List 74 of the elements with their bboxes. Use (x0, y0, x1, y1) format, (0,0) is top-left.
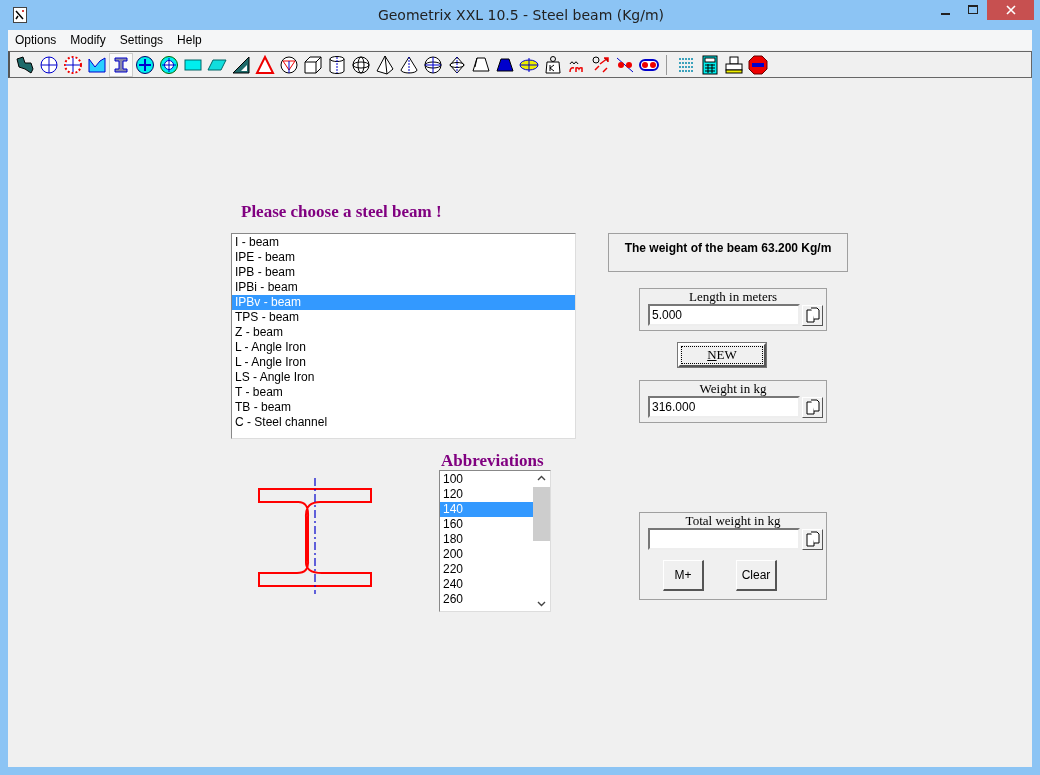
box-icon (303, 54, 323, 75)
list-item[interactable]: IPBi - beam (232, 280, 575, 295)
copy-icon (805, 399, 820, 415)
list-item[interactable]: 240 (440, 577, 533, 592)
circle-tri-icon (279, 54, 299, 75)
copy-icon (805, 531, 820, 547)
copy-button[interactable] (802, 304, 823, 326)
list-item[interactable]: C - Steel channel (232, 415, 575, 430)
stop-icon (748, 54, 768, 75)
heading: Please choose a steel beam ! (240, 202, 443, 223)
list-item[interactable]: TPS - beam (232, 310, 575, 325)
weight-info-text: The weight of the beam 63.200 Kg/m (624, 241, 832, 257)
list-item[interactable]: 220 (440, 562, 533, 577)
clear-button[interactable]: Clear (736, 560, 777, 591)
window-title: Geometrix XXL 10.5 - Steel beam (Kg/m) (376, 7, 666, 23)
menu-item[interactable]: Help (177, 33, 209, 47)
minimize-icon (940, 12, 950, 15)
abbreviations-heading: Abbreviations (441, 452, 545, 470)
ring-icon (159, 54, 179, 75)
dotted-circle-icon (63, 54, 83, 75)
list-item[interactable]: 200 (440, 547, 533, 562)
cage-icon (351, 54, 371, 75)
cone-icon (399, 54, 419, 75)
copy-button[interactable] (802, 528, 823, 550)
printer-icon (724, 54, 744, 75)
sphere-icon (423, 54, 443, 75)
spindle-icon (447, 54, 467, 75)
new-button[interactable]: NEW (678, 343, 766, 367)
disc-icon (135, 54, 155, 75)
polygon-icon (87, 54, 107, 75)
list-item[interactable]: L - Angle Iron (232, 355, 575, 370)
scroll-thumb[interactable] (533, 487, 550, 541)
memory-add-button[interactable]: M+ (663, 560, 704, 591)
toolbar-button[interactable] (109, 52, 133, 77)
list-item[interactable]: LS - Angle Iron (232, 370, 575, 385)
close-icon (1005, 5, 1016, 15)
calculator-icon (700, 54, 720, 75)
copy-button[interactable] (802, 396, 823, 418)
menu-item[interactable]: Settings (119, 33, 171, 47)
crosshair-icon (39, 54, 59, 75)
menu-item[interactable]: Options (15, 33, 64, 47)
group-label: Weight in kg (698, 381, 768, 396)
maximize-icon (968, 5, 978, 15)
list-item[interactable]: T - beam (232, 385, 575, 400)
ibeam-icon (111, 54, 131, 75)
list-item[interactable]: IPB - beam (232, 265, 575, 280)
triangle-outline-icon (255, 54, 275, 75)
triangle-icon (231, 54, 251, 75)
group-label: Length in meters (687, 289, 779, 304)
toolbar-button[interactable] (746, 52, 770, 77)
pyramid-icon (375, 54, 395, 75)
list-item[interactable]: IPE - beam (232, 250, 575, 265)
list-item[interactable]: Z - beam (232, 325, 575, 340)
list-item[interactable]: TB - beam (232, 400, 575, 415)
group-label: Total weight in kg (684, 513, 782, 528)
list-item[interactable]: 100 (440, 472, 533, 487)
copy-icon (805, 307, 820, 323)
list-item[interactable]: 180 (440, 532, 533, 547)
list-item[interactable]: 160 (440, 517, 533, 532)
list-item[interactable]: I - beam (232, 235, 575, 250)
weight-icon (543, 54, 563, 75)
menu-item[interactable]: Modify (70, 33, 113, 47)
scroll-up-icon (537, 475, 546, 481)
arrow-icon (15, 54, 35, 75)
app-icon (13, 7, 27, 23)
scroll-down-icon (537, 601, 546, 607)
weight-field[interactable]: 316.000 (648, 396, 800, 418)
length-field[interactable]: 5.000 (648, 304, 800, 326)
list-item[interactable]: 120 (440, 487, 533, 502)
list-item[interactable]: 260 (440, 592, 533, 607)
cylinder-icon (327, 54, 347, 75)
total-field[interactable] (648, 528, 800, 550)
frustum-icon (471, 54, 491, 75)
list-item[interactable]: L - Angle Iron (232, 340, 575, 355)
